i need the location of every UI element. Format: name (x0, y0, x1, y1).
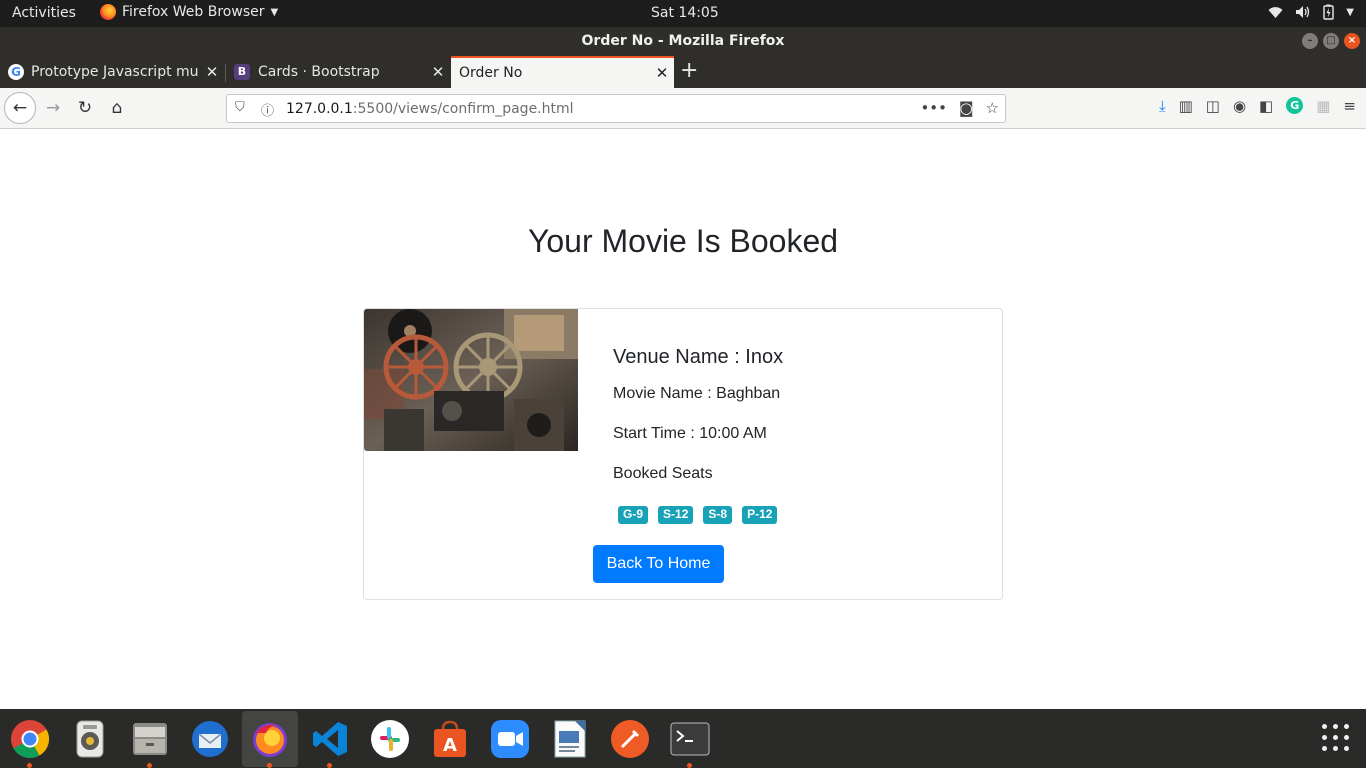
clock[interactable]: Sat 14:05 (651, 5, 719, 21)
running-indicator (27, 763, 32, 768)
svg-text:A: A (443, 735, 457, 756)
dock: A (0, 709, 1366, 768)
running-indicator (327, 763, 332, 768)
account-icon[interactable]: ◉ (1233, 97, 1246, 115)
activities-button[interactable]: Activities (12, 5, 76, 21)
forward-button[interactable]: → (39, 94, 67, 122)
close-window-button[interactable]: × (1344, 33, 1360, 49)
files-icon[interactable] (130, 719, 170, 759)
firefox-icon (100, 4, 116, 20)
reload-button[interactable]: ↻ (71, 94, 99, 122)
venue-name: Venue Name : Inox (613, 346, 784, 368)
seat-badge: P-12 (742, 506, 778, 524)
slack-icon[interactable] (370, 719, 410, 759)
downloads-icon[interactable]: ⤓ (1159, 97, 1166, 115)
volume-icon (1296, 6, 1310, 18)
pocket-icon[interactable]: ◙ (959, 99, 974, 117)
minimize-button[interactable]: – (1302, 33, 1318, 49)
app-menu[interactable]: Firefox Web Browser ▼ (100, 4, 278, 20)
window-title-bar: Order No - Mozilla Firefox – □ × (0, 27, 1366, 56)
booking-card: Venue Name : Inox Movie Name : Baghban S… (363, 308, 1003, 600)
extension-icon[interactable]: ◧ (1259, 97, 1273, 115)
tab-label: Cards · Bootstrap (258, 64, 380, 80)
tab-prototype[interactable]: G Prototype Javascript mu ✕ (0, 56, 224, 88)
zoom-icon[interactable] (490, 719, 530, 759)
navigation-toolbar: ← → ↻ ⌂ ⛉ ⓘ 127.0.0.1:5500/views/confirm… (0, 88, 1366, 129)
back-to-home-button[interactable]: Back To Home (593, 545, 724, 583)
movie-projector-image (364, 309, 578, 451)
show-applications-icon[interactable] (1322, 724, 1350, 752)
seat-badge: S-12 (658, 506, 694, 524)
tab-bootstrap-cards[interactable]: B Cards · Bootstrap ✕ (226, 56, 450, 88)
rhythmbox-icon[interactable] (70, 719, 110, 759)
bookmark-star-icon[interactable]: ☆ (986, 99, 999, 117)
page-actions-icon[interactable]: ••• (920, 99, 947, 117)
running-indicator (147, 763, 152, 768)
close-tab-icon[interactable]: ✕ (426, 63, 450, 81)
library-icon[interactable]: ▥ (1179, 97, 1193, 115)
info-icon[interactable]: ⓘ (261, 100, 274, 119)
tab-label: Prototype Javascript mu (31, 64, 199, 80)
sidebar-icon[interactable]: ◫ (1206, 97, 1220, 115)
firefox-icon[interactable] (250, 719, 290, 759)
maximize-button[interactable]: □ (1323, 33, 1339, 49)
back-button[interactable]: ← (4, 92, 36, 124)
chrome-icon[interactable] (10, 719, 50, 759)
grammarly-icon[interactable]: G (1286, 97, 1304, 114)
vscode-icon[interactable] (310, 719, 350, 759)
system-top-bar: Activities Firefox Web Browser ▼ Sat 14:… (0, 0, 1366, 27)
running-indicator (687, 763, 692, 768)
new-tab-button[interactable]: + (680, 58, 698, 83)
start-time: Start Time : 10:00 AM (613, 425, 767, 442)
url-text[interactable]: 127.0.0.1:5500/views/confirm_page.html (286, 101, 574, 117)
window-title: Order No - Mozilla Firefox (581, 33, 785, 49)
url-path: :5500/views/confirm_page.html (352, 101, 574, 117)
movie-name: Movie Name : Baghban (613, 385, 781, 402)
seat-badge: G-9 (618, 506, 649, 524)
app-menu-label: Firefox Web Browser (122, 4, 265, 20)
close-tab-icon[interactable]: ✕ (200, 63, 224, 81)
chevron-down-icon: ▼ (1346, 6, 1354, 18)
running-indicator (267, 763, 272, 768)
url-host: 127.0.0.1 (286, 101, 353, 117)
document-viewer-icon[interactable] (550, 719, 590, 759)
booked-seats-label: Booked Seats (613, 465, 713, 482)
battery-icon (1323, 4, 1334, 20)
terminal-icon[interactable] (670, 719, 710, 759)
wifi-icon (1268, 6, 1283, 18)
chevron-down-icon: ▼ (270, 6, 279, 18)
postman-icon[interactable] (610, 719, 650, 759)
tab-order-no[interactable]: Order No ✕ (451, 56, 674, 88)
system-tray[interactable]: ▼ (1268, 4, 1354, 20)
url-bar[interactable]: ⛉ ⓘ 127.0.0.1:5500/views/confirm_page.ht… (226, 94, 1006, 123)
shield-icon[interactable]: ⛉ (235, 100, 245, 115)
page-content: Your Movie Is Booked Venue Name: Inox M… (0, 129, 1366, 709)
close-tab-icon[interactable]: ✕ (650, 64, 674, 82)
toolbar-icons: ⤓ ▥ ◫ ◉ ◧ G ▦ ≡ (1159, 97, 1356, 115)
home-icon[interactable]: ⌂ (103, 94, 131, 122)
tab-label: Order No (459, 65, 523, 81)
bootstrap-icon: B (234, 64, 250, 80)
google-icon: G (8, 64, 24, 80)
software-center-icon[interactable]: A (430, 719, 470, 759)
seat-badges: G-9 S-12 S-8 P-12 (618, 506, 778, 524)
page-title: Your Movie Is Booked (527, 223, 839, 259)
thunderbird-icon[interactable] (190, 719, 230, 759)
tab-strip: G Prototype Javascript mu ✕ B Cards · Bo… (0, 56, 1366, 88)
extension-icon[interactable]: ▦ (1316, 97, 1330, 115)
seat-badge: S-8 (703, 506, 733, 524)
menu-icon[interactable]: ≡ (1343, 97, 1356, 115)
